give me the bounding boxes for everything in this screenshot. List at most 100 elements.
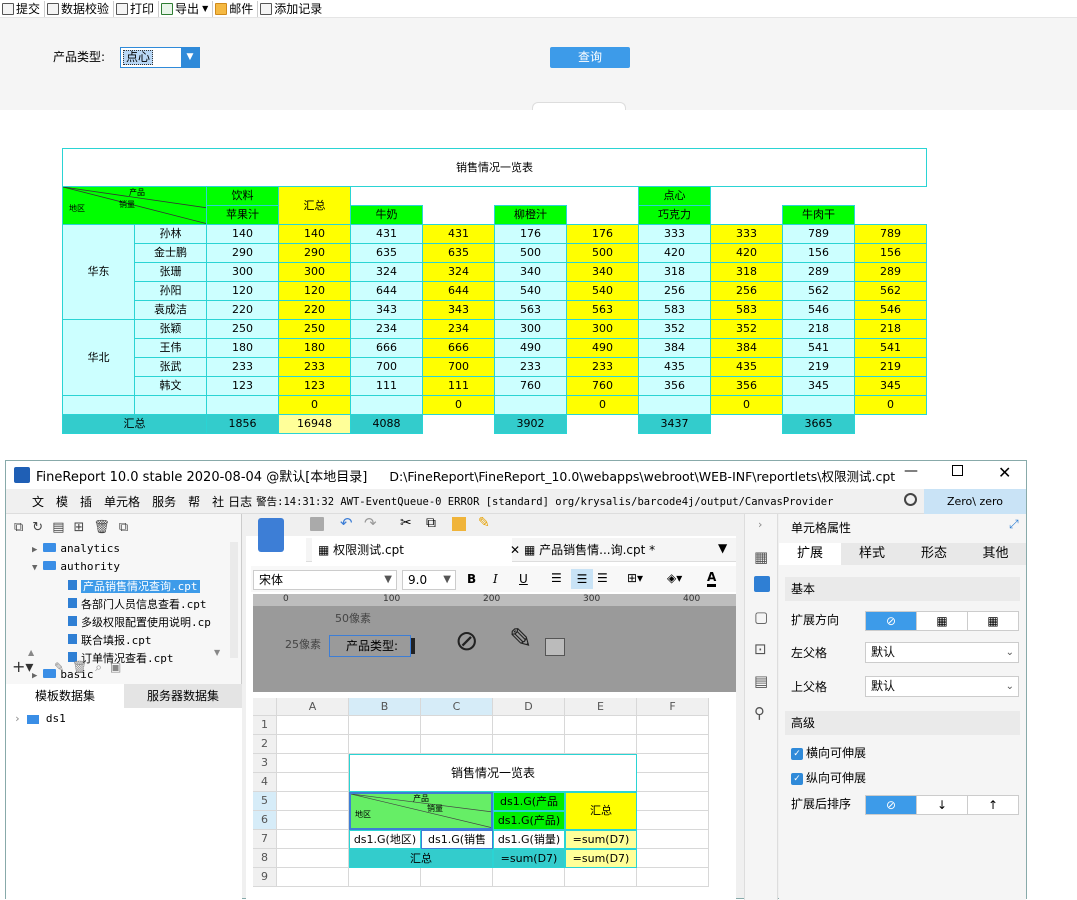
design-title-cell[interactable]: 销售情况一览表	[349, 754, 637, 792]
grid-cell[interactable]	[421, 716, 493, 735]
row-header[interactable]: 1	[253, 716, 277, 735]
grid-cell[interactable]	[277, 868, 349, 887]
hyperlink-icon[interactable]: ⚲	[754, 704, 765, 722]
no-expand-icon[interactable]: ⊘	[866, 612, 917, 630]
horizontal-expand-icon[interactable]: ▦	[968, 612, 1018, 630]
tab-permission-test[interactable]: ▦ 权限测试.cpt ✕	[312, 538, 520, 562]
sort-ascending-icon[interactable]: ↓	[917, 796, 968, 814]
delete-icon[interactable]: 🗑	[72, 660, 95, 674]
hidden-eye-icon[interactable]: ⊘	[455, 624, 478, 657]
grid-cell[interactable]	[493, 868, 565, 887]
widget-icon[interactable]: ⊡	[754, 640, 767, 658]
chevron-down-icon[interactable]: ▼	[181, 48, 199, 67]
chevron-right-icon[interactable]: ▶	[32, 545, 37, 555]
grid-cell[interactable]	[277, 830, 349, 849]
grid-cell[interactable]	[637, 716, 709, 735]
tab-server-datasets[interactable]: 服务器数据集	[124, 684, 242, 708]
grid-cell[interactable]	[349, 716, 421, 735]
row-header[interactable]: 6	[253, 811, 277, 830]
search-icon[interactable]	[904, 493, 917, 506]
float-element-icon[interactable]: ▢	[754, 608, 768, 626]
add-dataset-icon[interactable]: +▾	[12, 657, 33, 676]
undo-icon[interactable]: ↶	[340, 514, 353, 532]
tab-style[interactable]: 样式	[841, 543, 903, 565]
grid-cell[interactable]	[565, 716, 637, 735]
left-parent-select[interactable]: 默认 ⌄	[865, 642, 1019, 663]
menu-file[interactable]: 文	[32, 493, 44, 510]
tab-template-datasets[interactable]: 模板数据集	[6, 684, 124, 708]
grid-cell[interactable]	[565, 868, 637, 887]
folder-item[interactable]: ▼ authority	[32, 560, 120, 573]
grid-cell[interactable]	[493, 716, 565, 735]
menu-insert[interactable]: 插	[80, 493, 92, 510]
param-label-widget[interactable]: 产品类型:	[329, 635, 411, 657]
column-header[interactable]: A	[277, 698, 349, 716]
cut-icon[interactable]: ✂	[400, 515, 412, 531]
grid-cell[interactable]	[421, 868, 493, 887]
cell-attribute-icon[interactable]	[754, 576, 770, 592]
grid-cell[interactable]	[565, 735, 637, 754]
grid-cell[interactable]	[277, 792, 349, 811]
menu-server[interactable]: 服务	[152, 493, 176, 510]
folder-item[interactable]: ▶ analytics	[32, 542, 120, 555]
template-file-item[interactable]: 多级权限配置使用说明.cp	[68, 614, 211, 630]
delete-icon[interactable]: 🗑	[93, 520, 110, 535]
expand-panel-icon[interactable]: ›	[758, 518, 762, 531]
print-button[interactable]: 打印	[114, 0, 160, 17]
grid-cell[interactable]	[637, 849, 709, 868]
grid-cell[interactable]	[349, 735, 421, 754]
column-header[interactable]: D	[493, 698, 565, 716]
open-folder-icon[interactable]: ⧉	[14, 520, 23, 535]
grid-cell[interactable]	[637, 830, 709, 849]
condition-icon[interactable]: ▤	[754, 672, 768, 690]
properties-icon[interactable]: ▤	[52, 520, 64, 535]
section-basic[interactable]: 基本	[785, 577, 1020, 601]
design-cell-col-sum[interactable]: =sum(D7)	[493, 849, 565, 868]
menu-help[interactable]: 帮	[188, 493, 200, 510]
sort-descending-icon[interactable]: ↑	[968, 796, 1018, 814]
italic-icon[interactable]: I	[493, 572, 498, 586]
grid-cell[interactable]	[637, 868, 709, 887]
grid-cell[interactable]	[421, 735, 493, 754]
submit-button[interactable]: 提交	[0, 0, 46, 17]
grid-cell[interactable]	[277, 811, 349, 830]
tab-form[interactable]: 形态	[903, 543, 965, 565]
lock-icon[interactable]: ⊞	[74, 520, 85, 535]
dataset-item[interactable]: › ds1	[14, 712, 66, 725]
maximize-icon[interactable]	[952, 465, 963, 476]
refresh-icon[interactable]: ↻	[32, 520, 43, 535]
align-center-icon[interactable]: ☰	[571, 569, 593, 589]
grid-cell[interactable]	[349, 868, 421, 887]
minimize-icon[interactable]: —	[904, 463, 918, 479]
new-template-icon[interactable]	[258, 518, 284, 552]
design-cell-row-sum[interactable]: =sum(D7)	[565, 830, 637, 849]
export-button[interactable]: 导出 ▼	[159, 0, 214, 17]
edit-icon[interactable]: ✎	[54, 660, 72, 674]
align-right-icon[interactable]: ☰	[597, 571, 608, 585]
font-size-select[interactable]: 9.0 ▼	[402, 570, 456, 590]
edit-pen-icon[interactable]: ✎	[509, 622, 532, 655]
copy-icon[interactable]: ⧉	[426, 515, 436, 531]
menu-template[interactable]: 模	[56, 493, 68, 510]
design-cell-grand-sum[interactable]: =sum(D7)	[565, 849, 637, 868]
design-cell-total-header[interactable]: 汇总	[565, 792, 637, 830]
row-header[interactable]: 4	[253, 773, 277, 792]
design-cell-salesperson[interactable]: ds1.G(销售	[421, 830, 493, 849]
template-file-item[interactable]: 产品销售情况查询.cpt	[68, 578, 200, 594]
menu-cell[interactable]: 单元格	[104, 493, 140, 510]
query-button-widget-icon[interactable]	[545, 638, 565, 656]
grid-cell[interactable]	[637, 735, 709, 754]
tab-other[interactable]: 其他	[965, 543, 1026, 565]
horizontal-stretch-checkbox[interactable]: ✓ 横向可伸展	[791, 744, 866, 761]
design-cell-product-group[interactable]: ds1.G(产品	[493, 792, 565, 811]
row-header[interactable]: 8	[253, 849, 277, 868]
row-header[interactable]: 7	[253, 830, 277, 849]
row-header[interactable]: 2	[253, 735, 277, 754]
vertical-stretch-checkbox[interactable]: ✓ 纵向可伸展	[791, 769, 866, 786]
validate-button[interactable]: 数据校验	[45, 0, 115, 17]
column-header[interactable]: F	[637, 698, 709, 716]
query-button[interactable]: 查询	[550, 47, 630, 68]
design-corner-cell[interactable]: 产品 销量 地区	[349, 792, 493, 830]
column-header[interactable]: B	[349, 698, 421, 716]
grid-cell[interactable]	[637, 754, 709, 773]
